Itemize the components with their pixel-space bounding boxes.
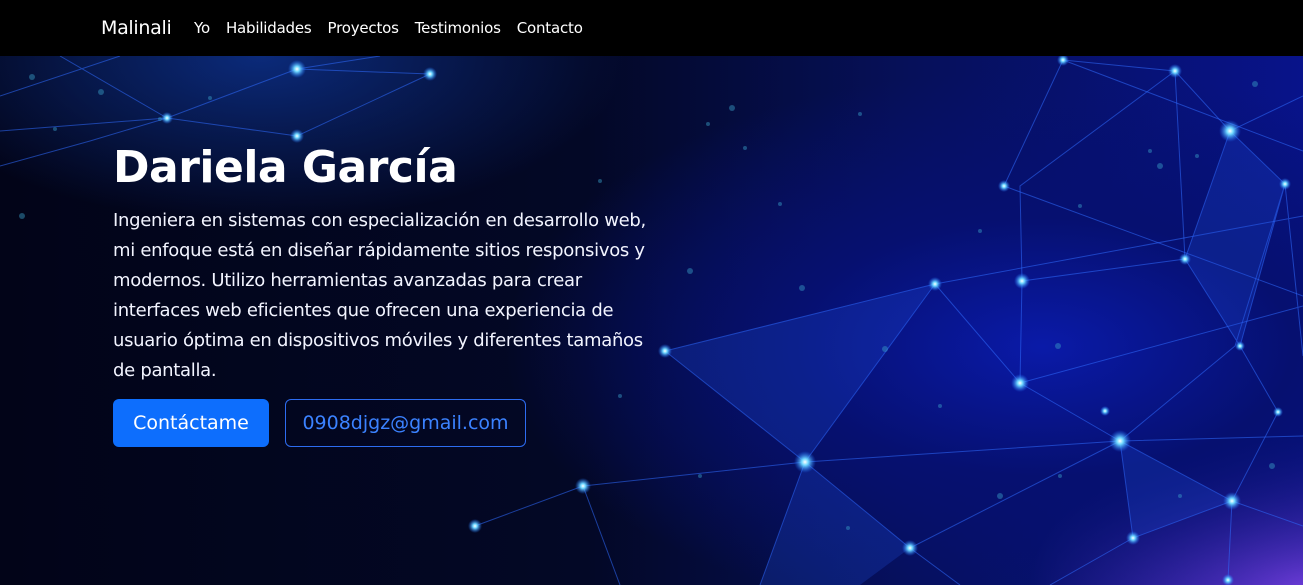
hero-title: Dariela García (113, 142, 458, 193)
hero-description: Ingeniera en sistemas con especializació… (113, 210, 646, 381)
nav-link-testimonios[interactable]: Testimonios (415, 19, 501, 37)
email-button[interactable]: 0908djgz@gmail.com (285, 399, 526, 447)
nav-link-yo[interactable]: Yo (194, 19, 210, 37)
brand-link[interactable]: Malinali (101, 17, 172, 39)
contact-button[interactable]: Contáctame (113, 399, 269, 447)
hero-section: Dariela García Ingeniera en sistemas con… (0, 56, 1303, 585)
nav-links: Yo Habilidades Proyectos Testimonios Con… (194, 19, 583, 37)
nav-link-contacto[interactable]: Contacto (517, 19, 583, 37)
nav-link-proyectos[interactable]: Proyectos (328, 19, 399, 37)
navbar: Malinali Yo Habilidades Proyectos Testim… (0, 0, 1303, 56)
nav-link-habilidades[interactable]: Habilidades (226, 19, 312, 37)
